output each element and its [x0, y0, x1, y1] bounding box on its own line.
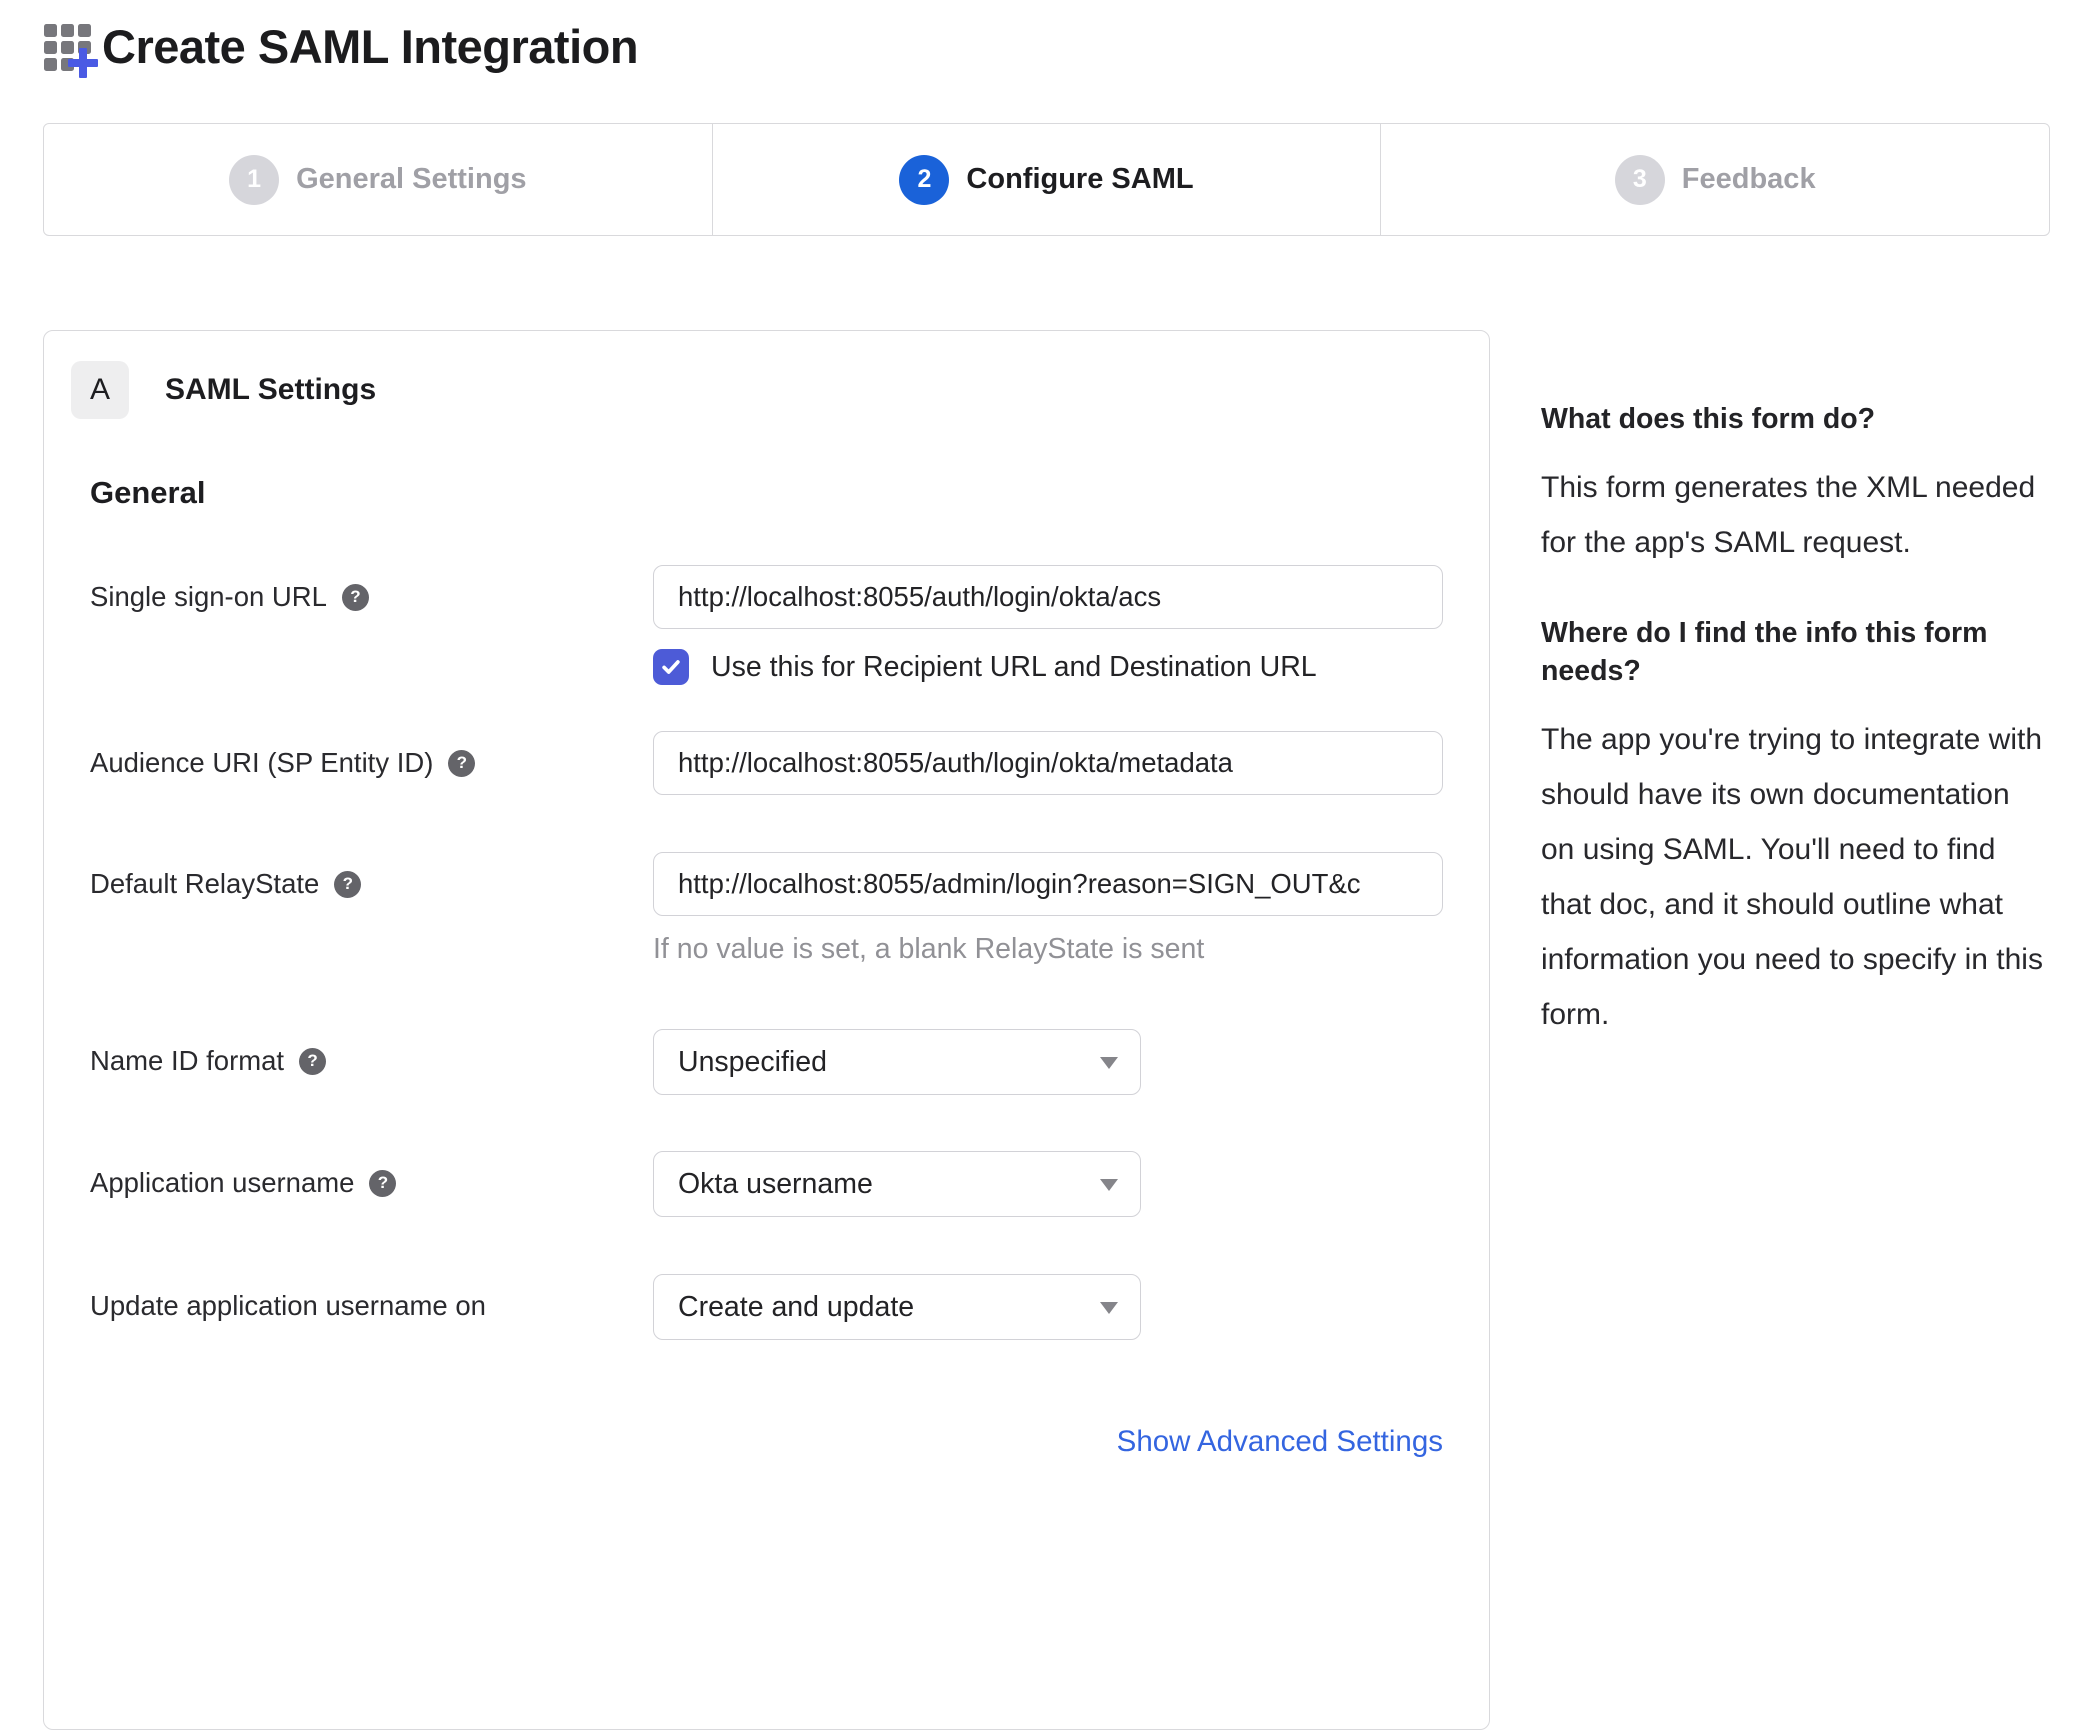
default-relaystate-help-icon[interactable]: ? [334, 870, 362, 898]
audience-uri-input[interactable] [653, 731, 1443, 795]
check-icon [662, 660, 680, 674]
name-id-format-value: Unspecified [678, 1045, 827, 1078]
step-3-label: Feedback [1681, 163, 1816, 195]
sidebar-body-where: The app you're trying to integrate with … [1541, 723, 2043, 1031]
grid-plus-icon [40, 18, 98, 78]
name-id-format-label: Name ID format [90, 1045, 285, 1076]
update-application-username-label: Update application username on [90, 1290, 486, 1321]
update-application-username-select[interactable]: Create and update [653, 1274, 1141, 1340]
sidebar-heading-where: Where do I find the info this form needs… [1541, 617, 1988, 687]
single-sign-on-url-row: Single sign-on URL ? Use this for Recipi… [90, 565, 1443, 685]
application-username-value: Okta username [678, 1167, 873, 1200]
update-application-username-row: Update application username on Create an… [90, 1274, 1443, 1340]
relaystate-helper-text: If no value is set, a blank RelayState i… [653, 933, 1205, 965]
chevron-down-icon [1100, 1057, 1118, 1069]
application-username-help-icon[interactable]: ? [369, 1169, 397, 1197]
application-username-row: Application username ? Okta username [90, 1151, 1443, 1217]
panel-header: A SAML Settings [71, 361, 1443, 419]
sidebar-body-what: This form generates the XML needed for t… [1541, 471, 2036, 559]
update-application-username-value: Create and update [678, 1290, 915, 1323]
sidebar-heading-what: What does this form do? [1541, 403, 1876, 435]
step-3-number-badge: 3 [1614, 154, 1665, 205]
audience-uri-label: Audience URI (SP Entity ID) [90, 747, 434, 778]
step-1-label: General Settings [296, 163, 527, 195]
step-general-settings[interactable]: 1 General Settings [44, 124, 712, 235]
application-username-label: Application username [90, 1167, 355, 1198]
use-for-recipient-checkbox-label: Use this for Recipient URL and Destinati… [711, 650, 1317, 683]
recipient-url-checkbox-row: Use this for Recipient URL and Destinati… [653, 649, 1443, 685]
default-relaystate-label: Default RelayState [90, 868, 320, 899]
name-id-format-help-icon[interactable]: ? [299, 1047, 327, 1075]
chevron-down-icon [1100, 1179, 1118, 1191]
application-username-select[interactable]: Okta username [653, 1151, 1141, 1217]
page-title: Create SAML Integration [102, 19, 639, 73]
name-id-format-select[interactable]: Unspecified [653, 1029, 1141, 1095]
step-2-label: Configure SAML [966, 163, 1194, 195]
show-advanced-settings-link[interactable]: Show Advanced Settings [1117, 1425, 1443, 1458]
default-relaystate-input[interactable] [653, 852, 1443, 916]
group-title-general: General [90, 475, 206, 510]
step-1-number-badge: 1 [229, 154, 280, 205]
saml-settings-panel: A SAML Settings General Single sign-on U… [43, 330, 1490, 1730]
page-header: Create SAML Integration [40, 18, 639, 78]
use-for-recipient-checkbox[interactable] [653, 649, 689, 685]
wizard-steps: 1 General Settings 2 Configure SAML 3 Fe… [43, 123, 2050, 236]
step-feedback[interactable]: 3 Feedback [1380, 124, 2049, 235]
step-configure-saml[interactable]: 2 Configure SAML [711, 124, 1381, 235]
single-sign-on-url-input[interactable] [653, 565, 1443, 629]
name-id-format-row: Name ID format ? Unspecified [90, 1029, 1443, 1095]
audience-uri-help-icon[interactable]: ? [448, 749, 476, 777]
plus-icon [68, 48, 98, 78]
chevron-down-icon [1100, 1302, 1118, 1314]
default-relaystate-row: Default RelayState ? If no value is set,… [90, 852, 1443, 966]
section-title: SAML Settings [165, 373, 377, 406]
help-sidebar: What does this form do? This form genera… [1541, 400, 2046, 1086]
single-sign-on-url-help-icon[interactable]: ? [341, 583, 369, 611]
section-a-badge: A [71, 361, 129, 419]
advanced-settings-row: Show Advanced Settings [90, 1425, 1443, 1459]
step-2-number-badge: 2 [899, 154, 950, 205]
single-sign-on-url-label: Single sign-on URL [90, 581, 327, 612]
audience-uri-row: Audience URI (SP Entity ID) ? [90, 731, 1443, 795]
